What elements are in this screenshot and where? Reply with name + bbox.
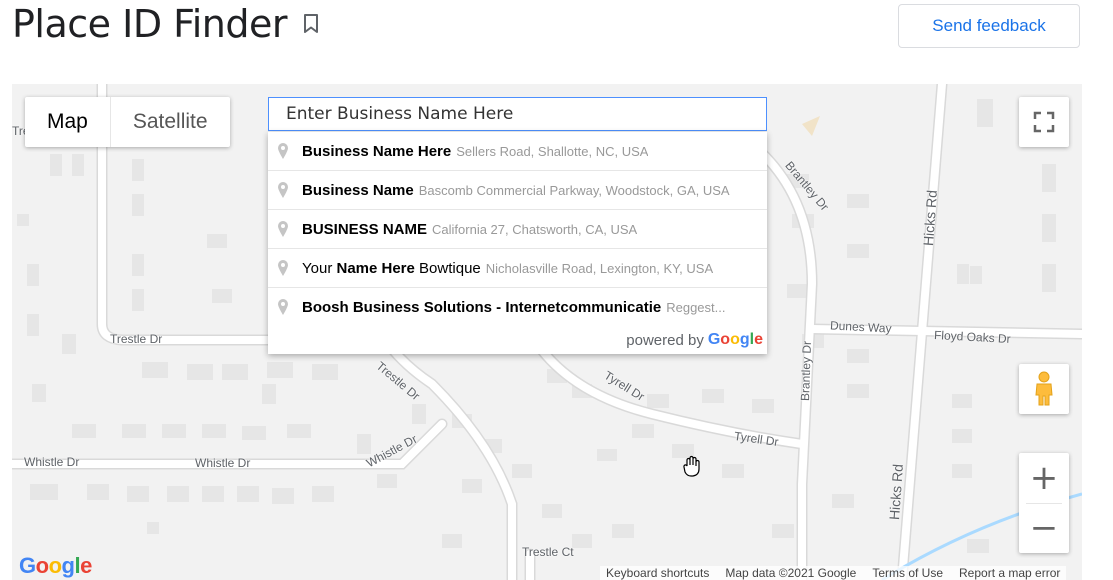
autocomplete-dropdown: Business Name Here Sellers Road, Shallott… xyxy=(268,132,767,354)
suggestion-pre: Your xyxy=(302,259,337,277)
street-label-brantley-dr: Brantley Dr xyxy=(797,340,815,402)
suggestion-main-text: Boosh Business Solutions - Internetcommu… xyxy=(302,299,661,316)
autocomplete-suggestion[interactable]: Business Name Bascomb Commercial Parkway,… xyxy=(268,170,767,209)
suggestion-match: Business Name Here xyxy=(302,142,452,160)
suggestion-secondary-text: California 27, Chatsworth, CA, USA xyxy=(432,221,638,237)
powered-by-label: powered by xyxy=(626,331,704,349)
suggestion-match: Boosh Business Solutions - Internetcommu… xyxy=(302,298,662,316)
suggestion-match: Business Name xyxy=(302,181,414,199)
street-label-trestle-ct: Trestle Ct xyxy=(522,545,574,559)
suggestion-match: BUSINESS NAME xyxy=(302,220,428,238)
street-label-whistle-dr: Whistle Dr xyxy=(195,456,251,470)
zoom-control: + − xyxy=(1019,453,1069,553)
powered-by-google: powered by Google xyxy=(268,326,767,354)
keyboard-shortcuts-link[interactable]: Keyboard shortcuts xyxy=(606,566,709,580)
street-label-trestle-dr: Trestle Dr xyxy=(110,332,163,346)
google-logo[interactable]: Google xyxy=(19,553,92,579)
location-pin-icon xyxy=(278,260,288,276)
map-data-label: Map data ©2021 Google xyxy=(725,566,857,580)
location-pin-icon xyxy=(278,143,288,159)
suggestion-secondary-text: Nicholasville Road, Lexington, KY, USA xyxy=(485,260,714,276)
suggestion-main-text: Your Name Here Bowtique xyxy=(302,260,481,277)
map-type-map-button[interactable]: Map xyxy=(25,97,110,147)
map-canvas[interactable]: Tre Trestle Dr Trestle Dr Whistle Dr Whi… xyxy=(12,84,1082,580)
powered-by-google-logo: Google xyxy=(707,331,763,348)
fullscreen-icon xyxy=(1033,111,1055,133)
autocomplete-suggestion[interactable]: Business Name Here Sellers Road, Shallott… xyxy=(268,132,767,170)
suggestion-post: Bowtique xyxy=(414,259,481,277)
suggestion-main-text: BUSINESS NAME xyxy=(302,221,427,238)
zoom-out-button[interactable]: − xyxy=(1019,504,1069,553)
search-input[interactable] xyxy=(268,97,767,131)
terms-of-use-link[interactable]: Terms of Use xyxy=(872,566,943,580)
autocomplete-suggestion[interactable]: Your Name Here Bowtique Nicholasville Roa… xyxy=(268,248,767,287)
autocomplete-suggestion[interactable]: BUSINESS NAME California 27, Chatsworth, … xyxy=(268,209,767,248)
suggestion-secondary-text: Bascomb Commercial Parkway, Woodstock, G… xyxy=(418,182,730,198)
location-pin-icon xyxy=(278,182,288,198)
fullscreen-button[interactable] xyxy=(1019,97,1069,147)
suggestion-main-text: Business Name xyxy=(302,182,414,199)
page-title: Place ID Finder xyxy=(12,2,288,46)
pegman-icon xyxy=(1035,371,1053,406)
autocomplete-suggestion[interactable]: Boosh Business Solutions - Internetcommu… xyxy=(268,287,767,326)
send-feedback-button[interactable]: Send feedback xyxy=(898,4,1080,48)
report-map-error-link[interactable]: Report a map error xyxy=(959,566,1060,580)
location-pin-icon xyxy=(278,299,288,315)
map-type-control: Map Satellite xyxy=(25,97,230,147)
hand-cursor-icon xyxy=(683,455,700,477)
suggestion-main-text: Business Name Here xyxy=(302,143,451,160)
bookmark-icon[interactable] xyxy=(302,13,320,35)
suggestion-secondary-text: Reggest... xyxy=(666,299,726,315)
map-type-satellite-button[interactable]: Satellite xyxy=(111,97,230,147)
suggestion-match: Name Here xyxy=(336,259,415,277)
street-label-whistle-dr: Whistle Dr xyxy=(24,455,80,469)
street-view-pegman-button[interactable] xyxy=(1019,364,1069,414)
suggestion-secondary-text: Sellers Road, Shallotte, NC, USA xyxy=(456,143,649,159)
zoom-in-button[interactable]: + xyxy=(1019,454,1069,503)
map-attribution: Keyboard shortcuts Map data ©2021 Google… xyxy=(600,566,1067,580)
location-pin-icon xyxy=(278,221,288,237)
